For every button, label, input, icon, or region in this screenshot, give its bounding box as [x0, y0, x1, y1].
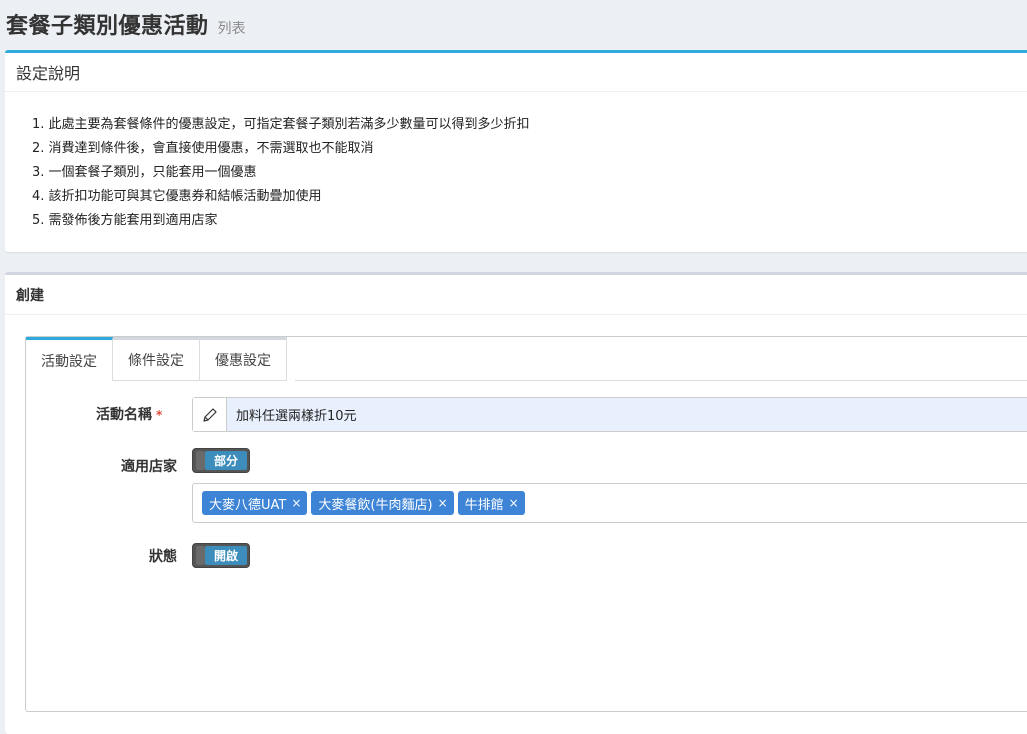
stores-switch[interactable]: 部分 — [192, 448, 250, 473]
create-box-title: 創建 — [5, 275, 1027, 315]
tag-remove-icon[interactable]: × — [438, 496, 448, 510]
tab-discount-settings[interactable]: 優惠設定 — [200, 337, 287, 381]
info-list: 1. 此處主要為套餐條件的優惠設定，可指定套餐子類別若滿多少數量可以得到多少折扣… — [5, 92, 1027, 233]
page-header: 套餐子類別優惠活動 列表 — [6, 8, 246, 40]
switch-handle — [196, 546, 205, 565]
store-tag: 大麥八德UAT × — [202, 491, 308, 515]
status-switch-label: 開啟 — [205, 546, 247, 565]
page-subtitle: 列表 — [217, 21, 246, 37]
tag-remove-icon[interactable]: × — [291, 496, 301, 510]
info-box-title: 設定說明 — [5, 53, 1027, 92]
store-tag-label: 大麥餐飲(牛肉麵店) — [318, 497, 433, 513]
settings-info-box: 設定說明 1. 此處主要為套餐條件的優惠設定，可指定套餐子類別若滿多少數量可以得… — [5, 50, 1027, 252]
tab-condition-settings[interactable]: 條件設定 — [113, 337, 200, 381]
tab-divider — [295, 380, 1027, 381]
stores-label: 適用店家 — [121, 459, 177, 475]
activity-name-label: 活動名稱 * — [96, 404, 162, 424]
activity-name-group — [192, 397, 1027, 432]
create-box: 創建 活動設定 條件設定 優惠設定 活動名稱* 適用店家 部分 大麥八德U — [5, 272, 1027, 734]
pencil-icon — [193, 398, 227, 431]
info-item: 2. 消費達到條件後，會直接使用優惠，不需選取也不能取消 — [32, 141, 374, 156]
info-item: 3. 一個套餐子類別，只能套用一個優惠 — [32, 165, 257, 180]
activity-name-input[interactable] — [227, 398, 1027, 431]
page-title: 套餐子類別優惠活動 — [6, 14, 209, 39]
activity-name-label-text: 活動名稱 — [96, 407, 152, 423]
store-tag: 大麥餐飲(牛肉麵店) × — [311, 491, 454, 515]
store-tag: 牛排館 × — [457, 491, 525, 515]
status-label: 狀態 — [149, 549, 177, 565]
status-switch[interactable]: 開啟 — [192, 543, 250, 568]
info-item: 1. 此處主要為套餐條件的優惠設定，可指定套餐子類別若滿多少數量可以得到多少折扣 — [32, 117, 530, 132]
store-tag-label: 大麥八德UAT — [209, 497, 287, 513]
tab-bar: 活動設定 條件設定 優惠設定 — [26, 337, 287, 381]
tabs-panel: 活動設定 條件設定 優惠設定 活動名稱 * 適用店家 部分 大麥八德UAT × — [25, 336, 1027, 712]
tag-remove-icon[interactable]: × — [509, 496, 519, 510]
info-item: 5. 需發佈後方能套用到適用店家 — [32, 213, 218, 228]
required-mark: * — [156, 408, 163, 422]
switch-handle — [196, 451, 205, 470]
store-tag-label: 牛排館 — [464, 497, 504, 513]
tab-activity-settings[interactable]: 活動設定 — [26, 337, 113, 381]
stores-switch-label: 部分 — [205, 451, 247, 470]
info-item: 4. 該折扣功能可與其它優惠券和結帳活動疊加使用 — [32, 189, 322, 204]
store-tags-select[interactable]: 大麥八德UAT × 大麥餐飲(牛肉麵店) × 牛排館 × — [192, 483, 1027, 523]
